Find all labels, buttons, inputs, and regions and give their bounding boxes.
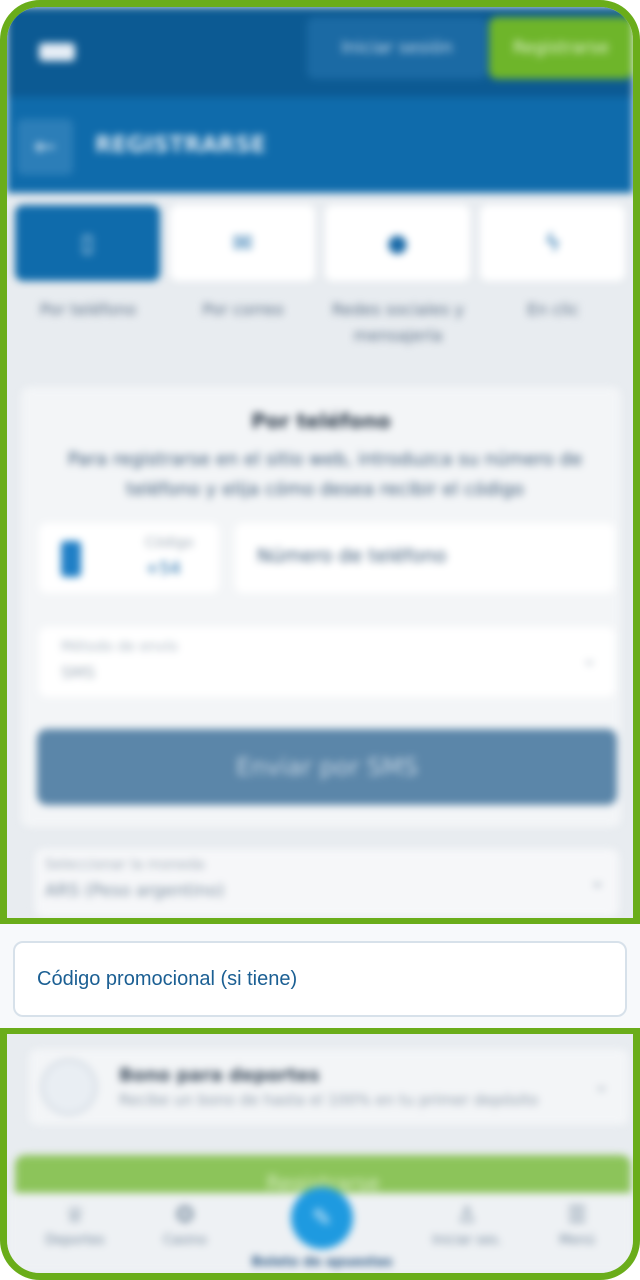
method-label: Por correo	[202, 300, 284, 319]
ticket-icon: ✎	[311, 1204, 333, 1232]
nav-casino[interactable]: ✪ Casino	[135, 1203, 235, 1248]
mail-icon: ✉	[232, 229, 253, 257]
blurred-background: Iniciar sesión Registrarse ← REGISTRARSE…	[7, 7, 633, 1273]
bonus-title: Bono para deportes	[119, 1065, 320, 1086]
send-sms-button[interactable]: Enviar por SMS	[37, 729, 617, 805]
currency-label: Seleccionar la moneda	[45, 857, 205, 873]
registration-methods: ▯ ✉ ● ϟ Por teléfono Por correo Redes so…	[15, 205, 627, 365]
form-description: Para registrarse en el sitio web, introd…	[67, 449, 583, 500]
select-label: Método de envío	[61, 639, 178, 655]
chevron-down-icon: ⌄	[589, 871, 605, 892]
casino-icon: ✪	[175, 1203, 195, 1228]
code-value: +54	[145, 559, 181, 579]
nav-label: Iniciar ses.	[432, 1233, 502, 1248]
nav-menu[interactable]: ☰ Menú	[527, 1203, 627, 1248]
betslip-button[interactable]: ✎	[291, 1187, 353, 1249]
page-header: ← REGISTRARSE	[7, 97, 633, 193]
currency-value: ARS (Peso argentino)	[45, 881, 225, 901]
currency-select[interactable]: Seleccionar la moneda ARS (Peso argentin…	[35, 849, 619, 917]
promo-code-input[interactable]: Código promocional (si tiene)	[13, 941, 627, 1017]
trophy-icon: ♕	[65, 1203, 85, 1228]
select-value: SMS	[61, 663, 96, 682]
promo-highlight: Código promocional (si tiene)	[0, 918, 640, 1034]
bonus-select[interactable]: Bono para deportes Recibe un bono de has…	[29, 1049, 629, 1125]
nav-label: Deportes	[45, 1233, 105, 1248]
country-code-select[interactable]: Código +54	[39, 523, 219, 593]
phone-icon: ▯	[80, 229, 95, 257]
user-icon: ♙	[457, 1203, 477, 1228]
menu-icon: ☰	[567, 1203, 587, 1228]
back-button[interactable]: ←	[17, 119, 73, 175]
bonus-icon	[41, 1059, 97, 1115]
chat-icon: ●	[387, 229, 408, 257]
method-label: Redes sociales y mensajería	[331, 300, 464, 345]
chevron-down-icon: ⌄	[593, 1075, 609, 1096]
method-tab-email[interactable]: ✉	[170, 205, 315, 281]
bolt-icon: ϟ	[544, 229, 561, 257]
nav-label: Boleto de apuestas	[251, 1255, 393, 1270]
method-tab-oneclick[interactable]: ϟ	[480, 205, 625, 281]
method-tab-social[interactable]: ●	[325, 205, 470, 281]
method-tab-phone[interactable]: ▯	[15, 205, 160, 281]
arrow-left-icon: ←	[34, 132, 56, 162]
chevron-down-icon: ⌄	[581, 649, 597, 670]
login-button[interactable]: Iniciar sesión	[307, 17, 487, 79]
code-label: Código	[145, 535, 194, 551]
method-label: En clic	[527, 300, 579, 319]
nav-sports[interactable]: ♕ Deportes	[25, 1203, 125, 1248]
nav-login[interactable]: ♙ Iniciar ses.	[417, 1203, 517, 1248]
bonus-subtitle: Recibe un bono de hasta el 100% en tu pr…	[119, 1091, 539, 1109]
app-frame: Iniciar sesión Registrarse ← REGISTRARSE…	[0, 0, 640, 1280]
bottom-nav: ♕ Deportes ✪ Casino ✎ Boleto de apuestas…	[7, 1187, 633, 1273]
page-title: REGISTRARSE	[95, 133, 266, 158]
send-method-select[interactable]: Método de envío SMS ⌄	[39, 627, 615, 697]
registration-form: Por teléfono Para registrarse en el siti…	[21, 387, 621, 827]
flag-icon	[61, 541, 81, 577]
nav-label: Casino	[163, 1233, 207, 1248]
top-bar: Iniciar sesión Registrarse	[7, 7, 633, 97]
brand-logo[interactable]	[39, 43, 75, 61]
method-label: Por teléfono	[39, 300, 137, 319]
form-title: Por teléfono	[251, 409, 391, 433]
nav-label: Menú	[559, 1233, 595, 1248]
register-header-button[interactable]: Registrarse	[489, 17, 633, 79]
phone-input[interactable]: Número de teléfono	[235, 523, 615, 593]
